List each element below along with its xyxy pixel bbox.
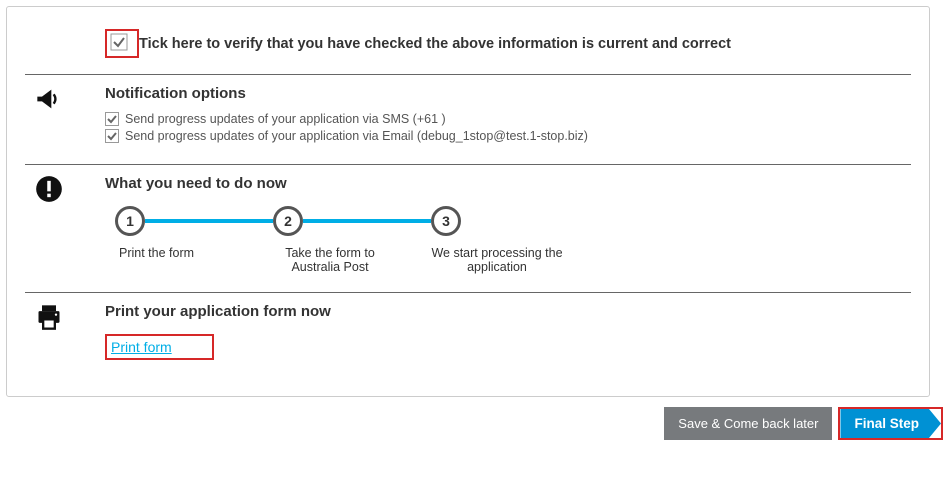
megaphone-icon	[35, 85, 63, 113]
icon-col-print	[25, 303, 105, 360]
footer-actions: Save & Come back later Final Step	[0, 407, 943, 440]
icon-col-todo	[25, 175, 105, 274]
exclamation-icon	[35, 175, 63, 203]
print-highlight: Print form	[105, 334, 214, 360]
main-panel: Tick here to verify that you have checke…	[6, 6, 930, 397]
todo-section: What you need to do now 1 2 3 Print the …	[25, 165, 911, 292]
notification-title: Notification options	[105, 85, 911, 102]
step-connector	[303, 219, 431, 223]
notification-section: Notification options Send progress updat…	[25, 75, 911, 164]
checkbox-verify[interactable]	[110, 33, 128, 51]
step-circle-1: 1	[115, 206, 145, 236]
print-title: Print your application form now	[105, 303, 911, 320]
step-label-1: Print the form	[115, 246, 215, 274]
sms-label: Send progress updates of your applicatio…	[125, 112, 446, 126]
email-label: Send progress updates of your applicatio…	[125, 129, 588, 143]
printer-icon	[35, 303, 63, 331]
steps-row: 1 2 3	[115, 206, 911, 236]
final-step-button[interactable]: Final Step	[840, 409, 941, 438]
print-section: Print your application form now Print fo…	[25, 293, 911, 366]
save-later-button[interactable]: Save & Come back later	[664, 407, 832, 440]
print-form-link[interactable]: Print form	[111, 339, 172, 355]
step-connector	[145, 219, 273, 223]
checkbox-email[interactable]	[105, 129, 119, 143]
verify-row: Tick here to verify that you have checke…	[25, 25, 911, 74]
step-label-2: Take the form to Australia Post	[265, 246, 395, 274]
todo-title: What you need to do now	[105, 175, 911, 192]
final-step-highlight: Final Step	[838, 407, 943, 440]
icon-col-notify	[25, 85, 105, 146]
email-option-row: Send progress updates of your applicatio…	[105, 129, 911, 143]
step-circle-2: 2	[273, 206, 303, 236]
checkbox-sms[interactable]	[105, 112, 119, 126]
verify-label: Tick here to verify that you have checke…	[139, 36, 731, 52]
step-label-3: We start processing the application	[417, 246, 577, 274]
steps-labels: Print the form Take the form to Australi…	[115, 246, 911, 274]
step-circle-3: 3	[431, 206, 461, 236]
verify-highlight	[105, 29, 139, 58]
sms-option-row: Send progress updates of your applicatio…	[105, 112, 911, 126]
